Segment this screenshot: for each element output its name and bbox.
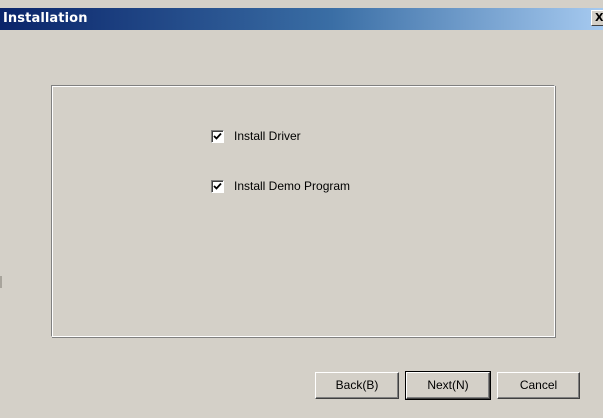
close-button[interactable]: X [591, 10, 603, 26]
next-button[interactable]: Next(N) [405, 371, 491, 400]
window-edge-mark [0, 276, 2, 288]
install-demo-program-option[interactable]: Install Demo Program [211, 178, 350, 194]
close-icon: X [595, 11, 603, 24]
install-driver-option[interactable]: Install Driver [211, 128, 301, 144]
cancel-button[interactable]: Cancel [497, 372, 580, 399]
back-button[interactable]: Back(B) [315, 372, 399, 399]
title-bar[interactable]: Installation X [0, 8, 603, 30]
checkmark-icon [213, 182, 222, 190]
options-group-panel [51, 85, 555, 337]
install-driver-label: Install Driver [234, 129, 301, 143]
installation-dialog: Installation X Install Driver Install De… [0, 0, 603, 418]
window-title: Installation [3, 11, 88, 26]
install-demo-program-label: Install Demo Program [234, 179, 351, 193]
install-driver-checkbox[interactable] [211, 129, 224, 143]
checkmark-icon [213, 132, 222, 140]
install-demo-program-checkbox[interactable] [211, 179, 224, 193]
